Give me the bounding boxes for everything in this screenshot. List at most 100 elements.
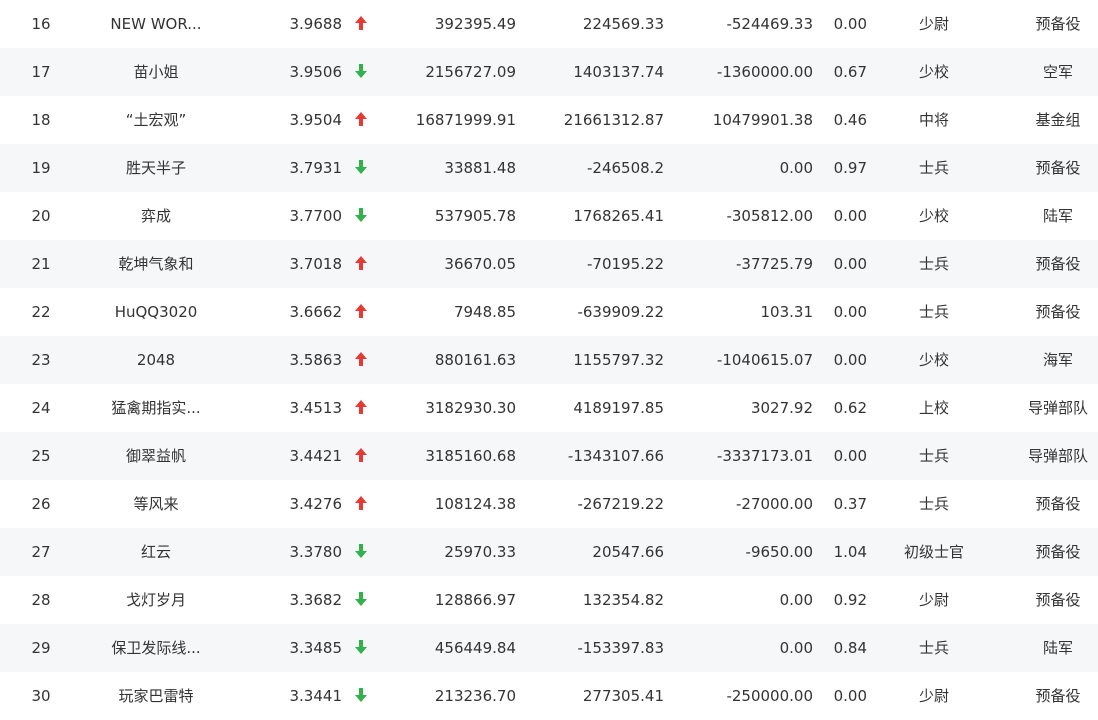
value1-cell: 880161.63: [434, 351, 516, 369]
branch-cell: 预备役: [1035, 255, 1081, 273]
rank-cell: 22: [31, 303, 51, 321]
name-cell: 猛禽期指实...: [111, 399, 201, 417]
table-row[interactable]: 21 乾坤气象和 3.7018 36670.05 -70195.22 -37725.79 0…: [0, 240, 1098, 288]
ranking-table: 16 NEW WOR... 3.9688 392395.49 224569.33 -524…: [0, 0, 1098, 720]
value2-cell: -639909.22: [577, 303, 664, 321]
trend-up-icon: [350, 432, 372, 480]
military-rank-cell: 初级士官: [903, 543, 964, 561]
name-cell: 胜天半子: [125, 159, 186, 177]
military-rank-cell: 少校: [918, 351, 949, 369]
score-cell: 3.3780: [289, 543, 343, 561]
value3-cell: -250000.00: [726, 687, 813, 705]
trend-up-icon: [350, 480, 372, 528]
table-row[interactable]: 26 等风来 3.4276 108124.38 -267219.22 -27000.00 0…: [0, 480, 1098, 528]
trend-down-icon: [350, 672, 372, 720]
name-cell: 玩家巴雷特: [118, 687, 194, 705]
trend-down-icon: [350, 192, 372, 240]
military-rank-cell: 士兵: [918, 255, 949, 273]
table-row[interactable]: 22 HuQQ3020 3.6662 7948.85 -639909.22 103.31 0…: [0, 288, 1098, 336]
ratio-cell: 0.67: [833, 63, 867, 81]
military-rank-cell: 士兵: [918, 639, 949, 657]
military-rank-cell: 士兵: [918, 159, 949, 177]
rank-cell: 25: [31, 447, 51, 465]
trend-down-icon: [350, 144, 372, 192]
score-cell: 3.4276: [289, 495, 343, 513]
table-row[interactable]: 16 NEW WOR... 3.9688 392395.49 224569.33 -524…: [0, 0, 1098, 48]
value1-cell: 7948.85: [453, 303, 516, 321]
ratio-cell: 0.00: [833, 207, 867, 225]
branch-cell: 预备役: [1035, 15, 1081, 33]
table-row[interactable]: 30 玩家巴雷特 3.3441 213236.70 277305.41 -250000.0…: [0, 672, 1098, 720]
value3-cell: 103.31: [760, 303, 814, 321]
table-row[interactable]: 27 红云 3.3780 25970.33 20547.66 -9650.00 1.04 初级…: [0, 528, 1098, 576]
value2-cell: 21661312.87: [563, 111, 664, 129]
table-row[interactable]: 23 2048 3.5863 880161.63 1155797.32 -1040615.…: [0, 336, 1098, 384]
value3-cell: -1360000.00: [716, 63, 813, 81]
table-row[interactable]: 29 保卫发际线... 3.3485 456449.84 -153397.83 0.00 0…: [0, 624, 1098, 672]
military-rank-cell: 少尉: [918, 687, 949, 705]
value3-cell: 0.00: [779, 639, 813, 657]
value3-cell: -1040615.07: [716, 351, 813, 369]
score-cell: 3.3485: [289, 639, 343, 657]
branch-cell: 海军: [1042, 351, 1073, 369]
branch-cell: 空军: [1042, 63, 1073, 81]
score-cell: 3.7018: [289, 255, 343, 273]
name-cell: “土宏观”: [125, 111, 187, 129]
value2-cell: 224569.33: [582, 15, 664, 33]
table-row[interactable]: 17 苗小姐 3.9506 2156727.09 1403137.74 -1360000.…: [0, 48, 1098, 96]
value2-cell: 1403137.74: [573, 63, 664, 81]
branch-cell: 陆军: [1042, 207, 1073, 225]
value3-cell: 0.00: [779, 591, 813, 609]
table-row[interactable]: 25 御翠益帆 3.4421 3185160.68 -1343107.66 -333717…: [0, 432, 1098, 480]
ratio-cell: 0.92: [833, 591, 867, 609]
ratio-cell: 0.37: [833, 495, 867, 513]
value2-cell: 20547.66: [592, 543, 664, 561]
rank-cell: 27: [31, 543, 51, 561]
name-cell: 等风来: [133, 495, 179, 513]
branch-cell: 预备役: [1035, 159, 1081, 177]
trend-up-icon: [350, 288, 372, 336]
value1-cell: 456449.84: [434, 639, 516, 657]
trend-down-icon: [350, 48, 372, 96]
value1-cell: 128866.97: [434, 591, 516, 609]
ratio-cell: 0.00: [833, 687, 867, 705]
branch-cell: 预备役: [1035, 543, 1081, 561]
value2-cell: 277305.41: [582, 687, 664, 705]
value2-cell: 1768265.41: [573, 207, 664, 225]
table-row[interactable]: 18 “土宏观” 3.9504 16871999.91 21661312.87 10479…: [0, 96, 1098, 144]
table-row[interactable]: 20 弈成 3.7700 537905.78 1768265.41 -305812.00 0…: [0, 192, 1098, 240]
rank-cell: 16: [31, 15, 51, 33]
table-row[interactable]: 24 猛禽期指实... 3.4513 3182930.30 4189197.85 3027…: [0, 384, 1098, 432]
value2-cell: -153397.83: [577, 639, 664, 657]
name-cell: 保卫发际线...: [111, 639, 201, 657]
rank-cell: 19: [31, 159, 51, 177]
name-cell: 御翠益帆: [125, 447, 186, 465]
value2-cell: 4189197.85: [573, 399, 664, 417]
value2-cell: -70195.22: [587, 255, 664, 273]
name-cell: 弈成: [140, 207, 171, 225]
branch-cell: 导弹部队: [1027, 447, 1088, 465]
ratio-cell: 1.04: [833, 543, 867, 561]
table-row[interactable]: 28 戈灯岁月 3.3682 128866.97 132354.82 0.00 0.92 少尉…: [0, 576, 1098, 624]
military-rank-cell: 上校: [918, 399, 949, 417]
trend-up-icon: [350, 240, 372, 288]
ratio-cell: 0.00: [833, 303, 867, 321]
score-cell: 3.4421: [289, 447, 343, 465]
score-cell: 3.3682: [289, 591, 343, 609]
branch-cell: 预备役: [1035, 495, 1081, 513]
ratio-cell: 0.00: [833, 351, 867, 369]
ratio-cell: 0.00: [833, 447, 867, 465]
score-cell: 3.7700: [289, 207, 343, 225]
value1-cell: 392395.49: [434, 15, 516, 33]
value1-cell: 2156727.09: [425, 63, 516, 81]
rank-cell: 21: [31, 255, 51, 273]
table-row[interactable]: 19 胜天半子 3.7931 33881.48 -246508.2 0.00 0.97 士兵 预…: [0, 144, 1098, 192]
rank-cell: 17: [31, 63, 51, 81]
rank-cell: 28: [31, 591, 51, 609]
trend-down-icon: [350, 576, 372, 624]
rank-cell: 23: [31, 351, 51, 369]
military-rank-cell: 少尉: [918, 15, 949, 33]
value3-cell: 10479901.38: [712, 111, 813, 129]
military-rank-cell: 士兵: [918, 495, 949, 513]
value1-cell: 36670.05: [444, 255, 516, 273]
